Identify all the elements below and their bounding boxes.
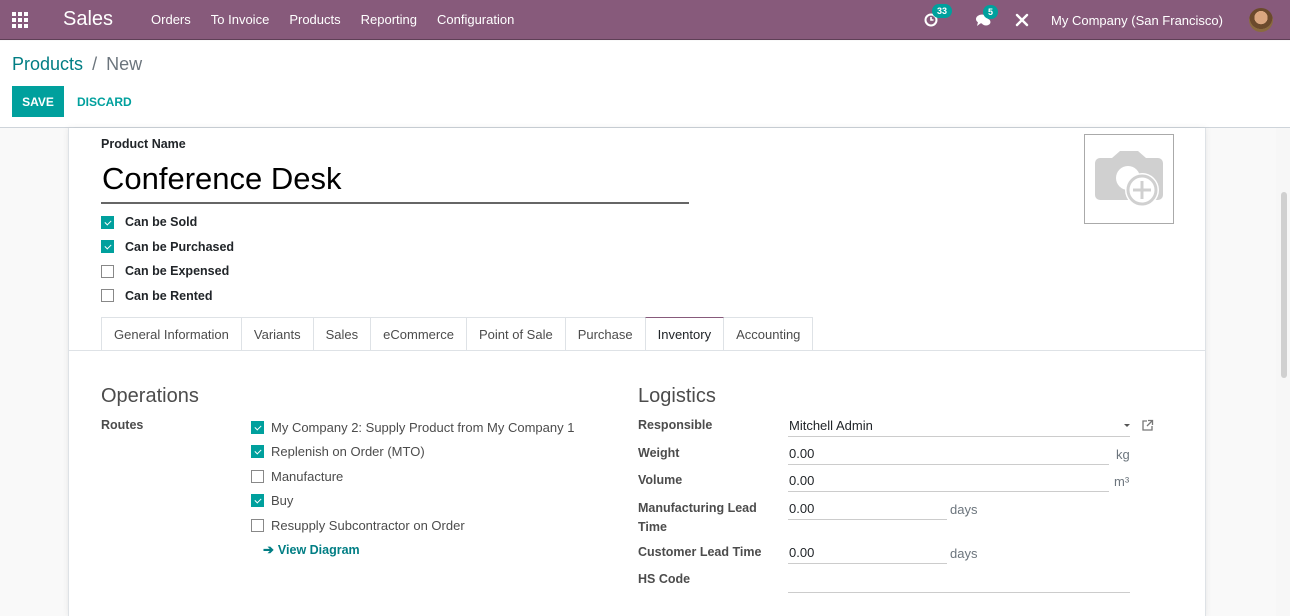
camera-add-icon [1095, 151, 1163, 207]
menu-to-invoice[interactable]: To Invoice [211, 12, 270, 27]
route-item: Buy [251, 489, 574, 514]
tab-ecommerce[interactable]: eCommerce [370, 317, 467, 350]
menu-reporting[interactable]: Reporting [361, 12, 417, 27]
scrollbar-thumb[interactable] [1281, 192, 1287, 378]
control-panel: Products / New SAVE DISCARD [0, 41, 1290, 128]
routes-label: Routes [101, 418, 144, 432]
form-sheet: Product Name Can be Sold Can be Purchase… [68, 128, 1206, 616]
manufacturing-lead-time-label-line1: Manufacturing Lead [638, 501, 757, 515]
customer-lead-time-unit: days [950, 546, 978, 561]
product-image-upload[interactable] [1084, 134, 1174, 224]
route-checkbox[interactable] [251, 518, 264, 532]
breadcrumb-products[interactable]: Products [12, 54, 83, 74]
can-be-sold-label[interactable]: Can be Sold [125, 215, 197, 229]
tab-general-information[interactable]: General Information [101, 317, 242, 350]
customer-lead-time-label: Customer Lead Time [638, 545, 762, 559]
external-link-icon[interactable] [1141, 419, 1154, 432]
route-label[interactable]: Replenish on Order (MTO) [271, 444, 425, 459]
user-avatar[interactable] [1249, 8, 1273, 32]
systray: 33 5 My Company (San Francisco) [924, 0, 1290, 40]
weight-unit: kg [1116, 447, 1130, 462]
volume-input[interactable] [788, 470, 1109, 492]
view-diagram-link[interactable]: ➔ View Diagram [263, 542, 360, 558]
tab-inventory[interactable]: Inventory [644, 317, 725, 351]
activity-menu[interactable]: 33 [924, 4, 953, 27]
manufacturing-lead-time-input[interactable] [788, 498, 947, 520]
manufacturing-lead-time-label: Manufacturing Lead Time [638, 499, 757, 537]
debug-menu[interactable] [1015, 13, 1029, 27]
route-checkbox[interactable] [251, 445, 264, 459]
notebook-tabs: General Information Variants Sales eComm… [101, 317, 814, 351]
tab-sales[interactable]: Sales [312, 317, 372, 350]
can-be-purchased-checkbox[interactable] [101, 240, 114, 254]
product-name-label: Product Name [101, 137, 186, 151]
route-item: Manufacture [251, 464, 574, 489]
responsible-select[interactable] [788, 415, 1130, 437]
discard-button[interactable]: DISCARD [72, 86, 137, 117]
can-be-rented-label[interactable]: Can be Rented [125, 289, 213, 303]
manufacturing-lead-time-label-line2: Time [638, 520, 667, 534]
weight-input[interactable] [788, 443, 1109, 465]
route-item: Resupply Subcontractor on Order [251, 513, 574, 538]
manufacturing-lead-time-unit: days [950, 502, 978, 517]
option-can-be-rented: Can be Rented [101, 284, 234, 309]
can-be-purchased-label[interactable]: Can be Purchased [125, 240, 234, 254]
breadcrumb-separator: / [92, 54, 98, 74]
apps-grid-icon[interactable] [12, 11, 30, 28]
can-be-rented-checkbox[interactable] [101, 289, 114, 303]
product-options: Can be Sold Can be Purchased Can be Expe… [101, 210, 234, 308]
can-be-expensed-checkbox[interactable] [101, 264, 114, 278]
company-switcher[interactable]: My Company (San Francisco) [1051, 13, 1223, 28]
tab-point-of-sale[interactable]: Point of Sale [465, 317, 566, 350]
messages-count-badge: 5 [983, 4, 999, 19]
route-label[interactable]: Resupply Subcontractor on Order [271, 518, 465, 533]
view-diagram-label: View Diagram [277, 543, 360, 557]
tools-icon [1015, 13, 1029, 27]
routes-list: My Company 2: Supply Product from My Com… [251, 415, 574, 538]
operations-title: Operations [101, 385, 199, 407]
route-checkbox[interactable] [251, 420, 264, 434]
tab-variants[interactable]: Variants [240, 317, 314, 350]
route-label[interactable]: My Company 2: Supply Product from My Com… [271, 420, 574, 435]
menu-products[interactable]: Products [289, 12, 340, 27]
app-name[interactable]: Sales [63, 8, 113, 31]
option-can-be-expensed: Can be Expensed [101, 259, 234, 284]
weight-label: Weight [638, 446, 680, 460]
dropdown-caret-icon[interactable] [1124, 424, 1130, 427]
breadcrumb: Products / New [12, 54, 142, 75]
hs-code-label: HS Code [638, 572, 691, 586]
product-name-input[interactable] [101, 156, 689, 204]
volume-label: Volume [638, 473, 683, 487]
top-navbar: Sales Orders To Invoice Products Reporti… [0, 0, 1290, 40]
menu-orders[interactable]: Orders [151, 12, 191, 27]
route-label[interactable]: Manufacture [271, 469, 343, 484]
breadcrumb-current: New [106, 54, 143, 74]
save-button[interactable]: SAVE [12, 86, 64, 117]
option-can-be-purchased: Can be Purchased [101, 235, 234, 260]
volume-unit: m³ [1114, 474, 1130, 489]
menu-configuration[interactable]: Configuration [437, 12, 514, 27]
arrow-right-icon: ➔ [263, 542, 274, 557]
tabs-divider [69, 350, 1206, 351]
can-be-expensed-label[interactable]: Can be Expensed [125, 264, 229, 278]
logistics-title: Logistics [638, 385, 716, 407]
route-label[interactable]: Buy [271, 493, 293, 508]
can-be-sold-checkbox[interactable] [101, 215, 114, 229]
activity-count-badge: 33 [932, 4, 953, 18]
route-item: Replenish on Order (MTO) [251, 440, 574, 465]
route-item: My Company 2: Supply Product from My Com… [251, 415, 574, 440]
tab-purchase[interactable]: Purchase [564, 317, 646, 350]
messages-menu[interactable]: 5 [976, 4, 999, 27]
option-can-be-sold: Can be Sold [101, 210, 234, 235]
route-checkbox[interactable] [251, 469, 264, 483]
tab-accounting[interactable]: Accounting [723, 317, 814, 350]
route-checkbox[interactable] [251, 494, 264, 508]
hs-code-input[interactable] [788, 571, 1130, 593]
customer-lead-time-input[interactable] [788, 542, 947, 564]
responsible-label: Responsible [638, 418, 713, 432]
